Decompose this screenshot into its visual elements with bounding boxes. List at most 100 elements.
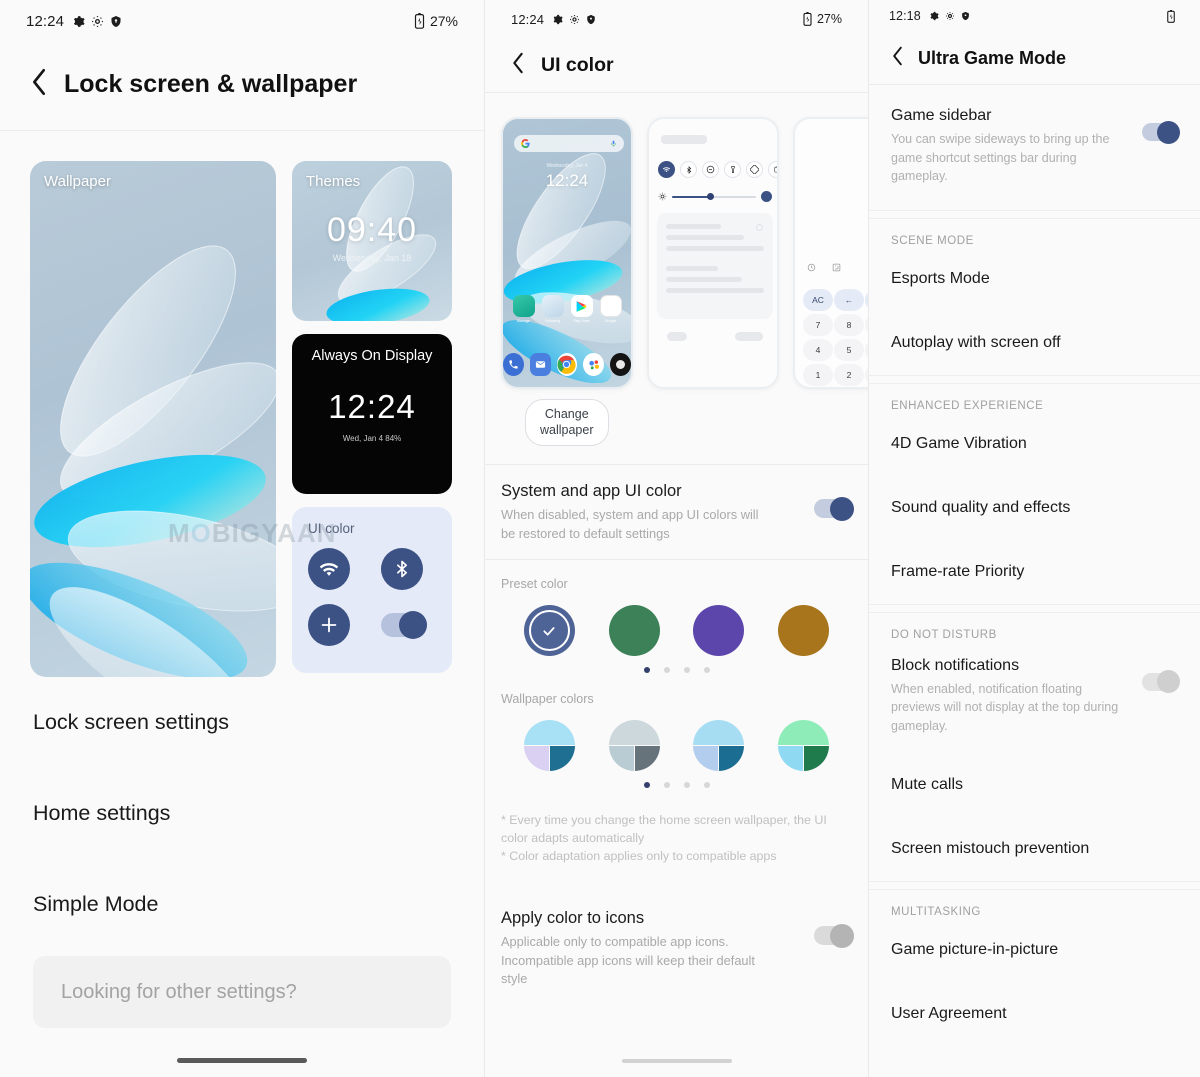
- row-screen-mistouch-prevention[interactable]: Screen mistouch prevention: [891, 817, 1178, 881]
- preset-swatch[interactable]: [693, 605, 745, 657]
- calculator-tools: [807, 263, 841, 272]
- preset-swatch[interactable]: [778, 605, 830, 657]
- battery-saver-icon[interactable]: [768, 161, 777, 178]
- pager-dot[interactable]: [663, 667, 670, 674]
- app-item[interactable]: Play Store: [570, 295, 593, 323]
- row-label: Home settings: [33, 801, 171, 825]
- change-wallpaper-button[interactable]: Change wallpaper: [525, 399, 609, 447]
- calc-key[interactable]: 4: [803, 339, 833, 361]
- notif-line: [666, 235, 744, 240]
- apply-color-to-icons-toggle[interactable]: [814, 923, 854, 948]
- wallpaper-card[interactable]: Wallpaper: [30, 161, 276, 677]
- wallpaper-swatch[interactable]: [778, 720, 830, 772]
- app-item[interactable]: Following: [541, 295, 564, 323]
- section-header-multitasking: MULTITASKING: [891, 906, 981, 918]
- chrome-icon[interactable]: [556, 353, 578, 376]
- app-bar: UI color: [485, 38, 868, 92]
- gear-icon: [553, 14, 563, 24]
- row-esports-mode[interactable]: Esports Mode: [891, 247, 1178, 311]
- unit-convert-icon[interactable]: [832, 263, 841, 272]
- back-icon[interactable]: [891, 46, 904, 71]
- row-label: Frame-rate Priority: [891, 562, 1025, 580]
- game-sidebar-row[interactable]: Game sidebar You can swipe sideways to b…: [891, 85, 1180, 210]
- system-ui-color-row[interactable]: System and app UI color When disabled, s…: [501, 465, 854, 559]
- pager-dot[interactable]: [703, 667, 710, 674]
- calc-key[interactable]: 7: [803, 314, 833, 336]
- app-item[interactable]: Google: [599, 295, 622, 323]
- calc-key[interactable]: ←: [834, 289, 864, 311]
- notif-action[interactable]: [735, 332, 763, 341]
- brightness-slider[interactable]: [658, 191, 772, 202]
- option-title: Apply color to icons: [501, 909, 645, 928]
- assistant-icon[interactable]: [583, 353, 605, 376]
- wifi-icon[interactable]: [658, 161, 675, 178]
- camera-icon[interactable]: [610, 353, 631, 376]
- calc-key[interactable]: 8: [834, 314, 864, 336]
- row-sound-quality-effects[interactable]: Sound quality and effects: [891, 476, 1178, 540]
- row-home-settings[interactable]: Home settings: [33, 768, 451, 859]
- notif-line: [666, 288, 764, 293]
- home-indicator[interactable]: [177, 1058, 307, 1063]
- google-g-icon: [521, 139, 530, 148]
- wallpaper-swatch[interactable]: [523, 720, 575, 772]
- block-notifications-toggle[interactable]: [1142, 670, 1180, 693]
- preview-home-screen[interactable]: Wednesday, Jan 4 12:24 Manage Following: [501, 117, 633, 389]
- search-input[interactable]: Looking for other settings?: [33, 956, 451, 1028]
- do-not-disturb-icon[interactable]: [702, 161, 719, 178]
- game-sidebar-toggle[interactable]: [1142, 120, 1180, 144]
- three-screenshot-collage: 12:24 27% Lock screen & wallpaper Wallpa…: [0, 0, 1200, 1077]
- row-game-picture-in-picture[interactable]: Game picture-in-picture: [891, 918, 1178, 982]
- row-block-notifications[interactable]: Block notifications When enabled, notifi…: [891, 641, 1180, 754]
- row-frame-rate-priority[interactable]: Frame-rate Priority: [891, 540, 1178, 604]
- phone-icon[interactable]: [503, 353, 524, 376]
- notification-card[interactable]: [657, 213, 773, 341]
- app-item[interactable]: Manage: [512, 295, 535, 323]
- selected-ring: [528, 610, 570, 652]
- preset-swatch-selected[interactable]: [523, 605, 575, 657]
- auto-brightness-toggle[interactable]: [761, 191, 772, 202]
- pager-dot[interactable]: [643, 782, 650, 789]
- apply-color-to-icons-row[interactable]: Apply color to icons Applicable only to …: [501, 892, 854, 1005]
- auto-rotate-icon[interactable]: [746, 161, 763, 178]
- row-user-agreement[interactable]: User Agreement: [891, 982, 1178, 1046]
- calc-key[interactable]: 1: [803, 364, 833, 386]
- slider-knob[interactable]: [707, 193, 715, 200]
- system-ui-color-toggle[interactable]: [814, 496, 854, 521]
- wallpaper-swatch[interactable]: [693, 720, 745, 772]
- pager-dot[interactable]: [643, 667, 650, 674]
- google-search-widget[interactable]: [514, 135, 624, 152]
- notif-action[interactable]: [667, 332, 687, 341]
- preview-notification-shade[interactable]: [647, 117, 779, 389]
- row-simple-mode[interactable]: Simple Mode: [33, 859, 451, 950]
- back-icon[interactable]: [511, 52, 525, 79]
- manage-app-icon: [512, 295, 535, 317]
- bluetooth-icon[interactable]: [680, 161, 697, 178]
- flashlight-icon[interactable]: [724, 161, 741, 178]
- home-indicator[interactable]: [621, 1059, 732, 1063]
- do-not-disturb-items: Block notifications When enabled, notifi…: [869, 641, 1200, 882]
- history-icon[interactable]: [807, 263, 816, 272]
- row-autoplay-screen-off[interactable]: Autoplay with screen off: [891, 311, 1178, 375]
- wallpaper-swatch[interactable]: [608, 720, 660, 772]
- row-4d-game-vibration[interactable]: 4D Game Vibration: [891, 412, 1178, 476]
- wifi-icon: [308, 548, 350, 590]
- preview-calculator[interactable]: AC ← 7 8 4 5 1 2 % 0: [793, 117, 868, 389]
- calc-key[interactable]: AC: [803, 289, 833, 311]
- expand-chevron-icon[interactable]: [756, 224, 763, 231]
- row-mute-calls[interactable]: Mute calls: [891, 753, 1178, 817]
- ui-color-card-toggle: [381, 611, 427, 639]
- pager-dot[interactable]: [683, 667, 690, 674]
- pager-dot[interactable]: [683, 782, 690, 789]
- preset-swatch[interactable]: [608, 605, 660, 657]
- always-on-display-card[interactable]: Always On Display 12:24 Wed, Jan 4 84%: [292, 334, 452, 494]
- messages-icon[interactable]: [529, 353, 551, 376]
- calc-key[interactable]: 2: [834, 364, 864, 386]
- settings-outline-icon: [92, 15, 103, 27]
- row-lock-screen-settings[interactable]: Lock screen settings: [33, 677, 451, 768]
- themes-card[interactable]: Themes 09:40 Wednesday, Jan 18: [292, 161, 452, 321]
- calc-key[interactable]: 5: [834, 339, 864, 361]
- ui-color-card[interactable]: UI color: [292, 507, 452, 673]
- back-icon[interactable]: [30, 68, 48, 101]
- pager-dot[interactable]: [663, 782, 670, 789]
- pager-dot[interactable]: [703, 782, 710, 789]
